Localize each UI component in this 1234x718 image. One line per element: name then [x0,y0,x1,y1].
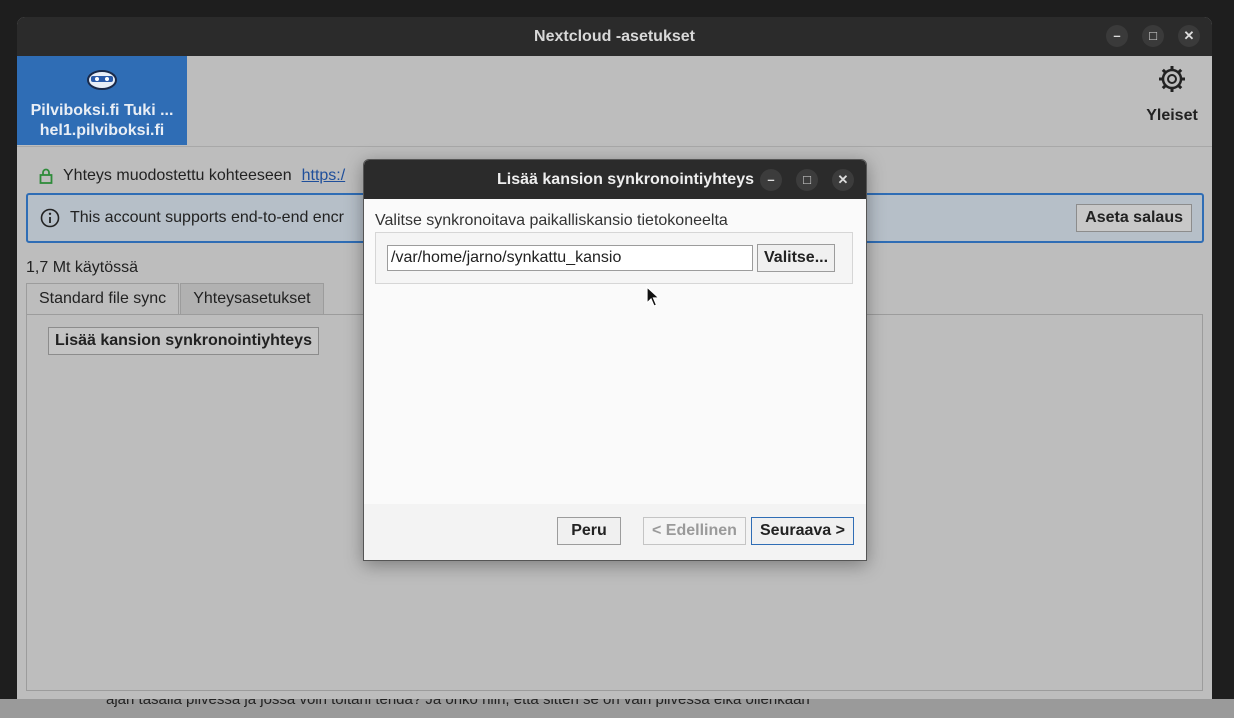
e2e-text: This account supports end-to-end encr [70,209,344,226]
dialog-close-icon[interactable]: ✕ [832,169,854,191]
cloud-avatar-icon [87,70,117,90]
dialog-footer: Peru < Edellinen Seuraava > [364,504,866,560]
folder-select-label: Valitse synkronoitava paikalliskansio ti… [375,212,728,229]
connection-status: Yhteys muodostettu kohteeseen https:/ [39,167,345,185]
close-icon[interactable]: ✕ [1178,25,1200,47]
dialog-titlebar: Lisää kansion synkronointiyhteys – □ ✕ [364,160,866,199]
maximize-icon[interactable]: □ [1142,25,1164,47]
dialog-controls: – □ ✕ [760,169,854,191]
next-button[interactable]: Seuraava > [751,517,854,545]
folder-select-group: Valitse... [375,232,853,284]
window-title: Nextcloud -asetukset [534,28,695,45]
general-label: Yleiset [1146,107,1198,124]
browse-button[interactable]: Valitse... [757,244,836,272]
cancel-button[interactable]: Peru [557,517,621,545]
minimize-icon[interactable]: – [1106,25,1128,47]
storage-usage: 1,7 Mt käytössä [26,259,139,276]
account-toolbar: Pilviboksi.fi Tuki ... hel1.pilviboksi.f… [17,56,1212,147]
dialog-title: Lisää kansion synkronointiyhteys [497,171,754,188]
local-folder-input[interactable] [387,245,753,271]
tab-standard-file-sync[interactable]: Standard file sync [26,283,180,316]
setup-encryption-button[interactable]: Aseta salaus [1076,204,1192,232]
tab-connection-settings[interactable]: Yhteysasetukset [180,283,324,315]
window-titlebar: Nextcloud -asetukset – □ ✕ [17,17,1212,56]
dialog-maximize-icon[interactable]: □ [796,169,818,191]
add-folder-sync-dialog: Lisää kansion synkronointiyhteys – □ ✕ V… [363,159,867,561]
window-controls: – □ ✕ [1106,25,1200,47]
back-button[interactable]: < Edellinen [643,517,746,545]
lock-icon [39,168,53,184]
server-link[interactable]: https:/ [302,167,346,185]
account-server: hel1.pilviboksi.fi [39,122,165,139]
account-tab[interactable]: Pilviboksi.fi Tuki ... hel1.pilviboksi.f… [17,56,187,145]
general-settings-tab[interactable]: Yleiset [1142,64,1202,125]
dialog-minimize-icon[interactable]: – [760,169,782,191]
account-name: Pilviboksi.fi Tuki ... [30,102,174,119]
info-icon [40,208,60,228]
mouse-cursor-icon [646,286,660,307]
account-tabs: Standard file sync Yhteysasetukset [26,283,325,316]
status-text: Yhteys muodostettu kohteeseen [63,167,292,184]
gear-icon [1159,66,1185,92]
add-folder-sync-button[interactable]: Lisää kansion synkronointiyhteys [48,327,319,355]
